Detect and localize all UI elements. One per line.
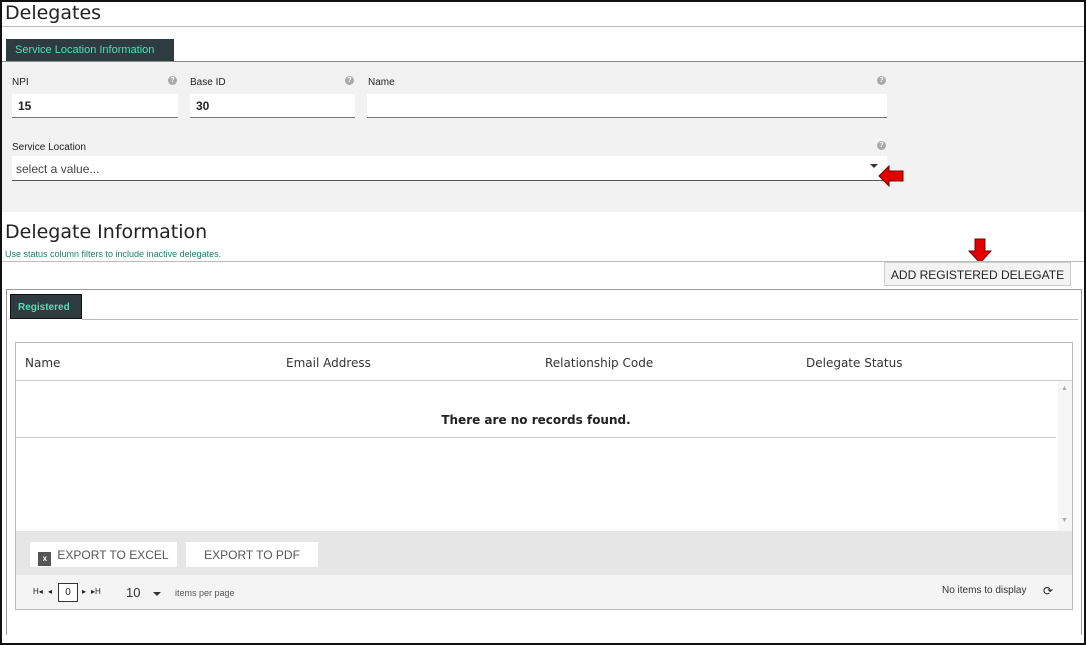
- service-location-select[interactable]: select a value...: [12, 156, 887, 181]
- grid-pager: H◂ ◂ 0 ▸ ▸H 10 items per page No items t…: [16, 575, 1072, 609]
- column-header-relationship-code[interactable]: Relationship Code: [545, 356, 653, 370]
- next-page-icon[interactable]: ▸: [82, 587, 86, 596]
- first-page-icon[interactable]: H◂: [33, 587, 43, 596]
- tab-service-location-information[interactable]: Service Location Information: [6, 39, 174, 61]
- service-location-form: [2, 62, 1084, 212]
- column-header-email[interactable]: Email Address: [286, 356, 371, 370]
- chevron-down-icon[interactable]: [870, 164, 878, 168]
- service-location-label: Service Location: [12, 142, 86, 153]
- service-location-help-icon[interactable]: ?: [877, 141, 886, 150]
- name-help-icon[interactable]: ?: [877, 76, 886, 85]
- scroll-up-icon[interactable]: ▲: [1061, 385, 1068, 392]
- export-excel-label: EXPORT TO EXCEL: [57, 548, 169, 562]
- delegate-section-title: Delegate Information: [5, 221, 208, 243]
- tab-registered[interactable]: Registered: [10, 294, 82, 319]
- excel-icon: x: [38, 552, 52, 566]
- page-title: Delegates: [5, 2, 102, 24]
- npi-help-icon[interactable]: ?: [168, 76, 177, 85]
- window-frame: Delegates Service Location Information N…: [0, 0, 1086, 645]
- column-header-name[interactable]: Name: [25, 356, 60, 370]
- add-registered-delegate-button[interactable]: ADD REGISTERED DELEGATE: [884, 262, 1071, 286]
- empty-message: There are no records found.: [16, 381, 1056, 438]
- grid-header: Name Email Address Relationship Code Del…: [16, 343, 1072, 381]
- pager-status: No items to display: [942, 585, 1027, 596]
- refresh-icon[interactable]: ⟳: [1043, 584, 1053, 598]
- export-pdf-button[interactable]: EXPORT TO PDF: [186, 542, 318, 567]
- items-per-page-label: items per page: [175, 588, 235, 598]
- tab-divider: [82, 319, 1078, 320]
- base-id-field[interactable]: 30: [190, 94, 355, 118]
- export-excel-button[interactable]: x EXPORT TO EXCEL: [30, 542, 177, 567]
- red-arrow-left-icon: [878, 165, 904, 187]
- npi-field[interactable]: 15: [12, 94, 178, 118]
- scroll-down-icon[interactable]: ▼: [1061, 517, 1068, 524]
- title-divider: [2, 26, 1084, 27]
- name-field[interactable]: [367, 94, 887, 118]
- chevron-down-icon[interactable]: [153, 592, 161, 596]
- name-label: Name: [368, 77, 395, 88]
- column-header-delegate-status[interactable]: Delegate Status: [806, 356, 902, 370]
- delegate-section-subtitle: Use status column filters to include ina…: [5, 249, 222, 259]
- base-id-label: Base ID: [190, 77, 226, 88]
- delegate-grid: Name Email Address Relationship Code Del…: [15, 342, 1073, 610]
- prev-page-icon[interactable]: ◂: [48, 587, 52, 596]
- current-page-input[interactable]: 0: [58, 583, 78, 602]
- grid-toolbar: x EXPORT TO EXCEL EXPORT TO PDF: [16, 531, 1072, 575]
- base-id-help-icon[interactable]: ?: [345, 76, 354, 85]
- npi-label: NPI: [12, 77, 29, 88]
- page-size-select[interactable]: 10: [126, 585, 140, 600]
- last-page-icon[interactable]: ▸H: [91, 587, 101, 596]
- grid-scrollbar[interactable]: ▲ ▼: [1058, 381, 1072, 531]
